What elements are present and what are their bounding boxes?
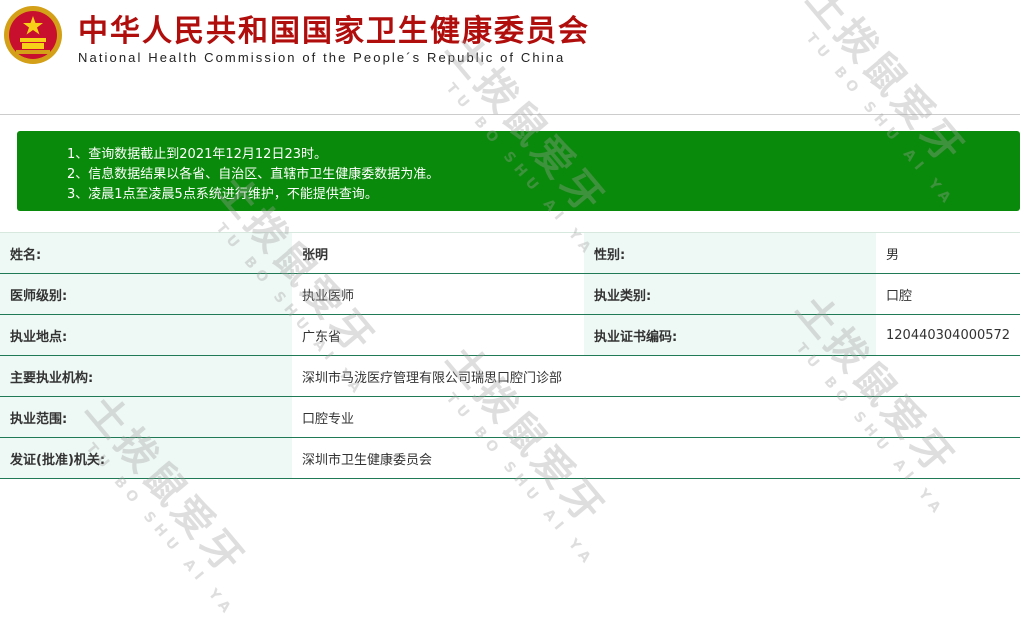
main-institution-value: 深圳市马泷医疗管理有限公司瑞思口腔门诊部 — [292, 355, 1020, 397]
notice-box: 1、查询数据截止到2021年12月12日23时。 2、信息数据结果以各省、自治区… — [17, 131, 1020, 211]
table-row: 发证(批准)机关: 深圳市卫生健康委员会 — [0, 437, 1020, 479]
gender-label: 性别: — [584, 232, 876, 274]
name-label: 姓名: — [0, 232, 292, 274]
main-institution-label: 主要执业机构: — [0, 355, 292, 397]
site-title-english: National Health Commission of the People… — [78, 50, 566, 65]
table-row: 医师级别: 执业医师 执业类别: 口腔 — [0, 273, 1020, 315]
practice-scope-label: 执业范围: — [0, 396, 292, 438]
certificate-number-value: 120440304000572 — [876, 314, 1020, 356]
notice-line: 1、查询数据截止到2021年12月12日23时。 — [67, 147, 327, 162]
physician-level-value: 执业医师 — [292, 273, 584, 315]
header: 中华人民共和国国家卫生健康委员会 National Health Commiss… — [0, 0, 685, 70]
table-row: 执业范围: 口腔专业 — [0, 396, 1020, 438]
table-row: 姓名: 张明 性别: 男 — [0, 232, 1020, 274]
practice-location-value: 广东省 — [292, 314, 584, 356]
table-row: 主要执业机构: 深圳市马泷医疗管理有限公司瑞思口腔门诊部 — [0, 355, 1020, 397]
practice-scope-value: 口腔专业 — [292, 396, 1020, 438]
practice-category-value: 口腔 — [876, 273, 1020, 315]
table-row: 执业地点: 广东省 执业证书编码: 120440304000572 — [0, 314, 1020, 356]
site-title-chinese: 中华人民共和国国家卫生健康委员会 — [78, 14, 590, 49]
divider — [0, 114, 1020, 115]
physician-level-label: 医师级别: — [0, 273, 292, 315]
certificate-number-label: 执业证书编码: — [584, 314, 876, 356]
name-value: 张明 — [292, 232, 584, 274]
issuing-authority-value: 深圳市卫生健康委员会 — [292, 437, 1020, 479]
notice-line: 3、凌晨1点至凌晨5点系统进行维护，不能提供查询。 — [67, 187, 378, 202]
national-emblem-icon — [4, 6, 62, 64]
physician-info-table: 姓名: 张明 性别: 男 医师级别: 执业医师 执业类别: 口腔 执业地点: 广… — [0, 232, 1020, 479]
gender-value: 男 — [876, 232, 1020, 274]
practice-location-label: 执业地点: — [0, 314, 292, 356]
practice-category-label: 执业类别: — [584, 273, 876, 315]
issuing-authority-label: 发证(批准)机关: — [0, 437, 292, 479]
notice-line: 2、信息数据结果以各省、自治区、直辖市卫生健康委数据为准。 — [67, 167, 440, 182]
